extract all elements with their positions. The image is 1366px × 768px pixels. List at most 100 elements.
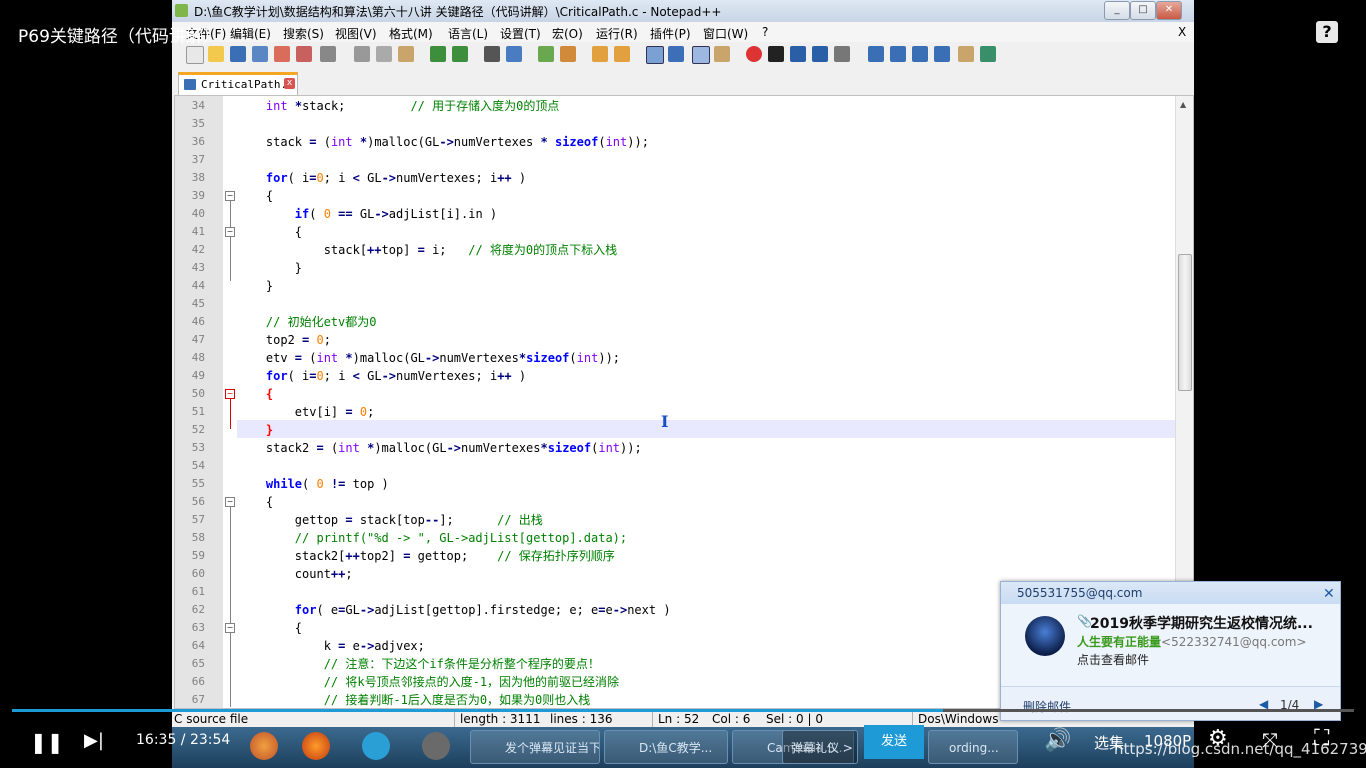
scrollbar-thumb[interactable] [1178,254,1192,391]
fold-toggle-icon[interactable]: − [225,623,235,633]
replace-icon[interactable] [506,46,522,62]
line-number: 39 [191,189,205,202]
paste-icon[interactable] [398,46,414,62]
scroll-up-icon[interactable]: ▲ [1180,100,1186,109]
code-line: // 接着判断-1后入度是否为0，如果为0则也入栈 [323,693,591,707]
danmaku-icon[interactable] [362,732,390,760]
find-icon[interactable] [484,46,500,62]
taskbar-app-icon[interactable] [250,732,278,760]
fold-toggle-icon[interactable]: − [225,497,235,507]
video-progress-bar[interactable] [12,709,1354,712]
mail-notification[interactable]: 505531755@qq.com ✕ 📎 2019秋季学期研究生返校情况统...… [1000,581,1341,721]
menu-plugins[interactable]: 插件(P) [650,25,691,42]
code-line: etv[i] = 0; [237,405,375,419]
code-line: top2 = 0; [237,333,331,347]
fold-toggle-icon[interactable]: − [225,227,235,237]
line-number: 60 [191,567,205,580]
code-line: int *stack; // 用于存储入度为0的顶点 [265,99,560,113]
minimize-button[interactable]: _ [1104,1,1130,20]
firefox-icon[interactable] [302,732,330,760]
spell-check-icon[interactable] [980,46,996,62]
toolbar-arrow-2-icon[interactable] [934,46,950,62]
cut-icon[interactable] [354,46,370,62]
mail-subject[interactable]: 2019秋季学期研究生返校情况统... [1090,613,1313,633]
copy-icon[interactable] [376,46,392,62]
user-defined-lang-icon[interactable] [714,46,730,62]
menu-window[interactable]: 窗口(W) [703,25,748,42]
close-window-button[interactable]: ✕ [1156,1,1182,20]
delete-mail-link[interactable]: 删除邮件 [1023,698,1071,715]
menu-macro[interactable]: 宏(O) [552,25,583,42]
menu-search[interactable]: 搜索(S) [283,25,324,42]
word-wrap-icon[interactable] [646,46,664,64]
code-line: stack2[++top2] = gettop; // 保存拓扑序列顺序 [237,549,615,563]
save-macro-icon[interactable] [834,46,850,62]
taskbar-tool-icon[interactable] [422,732,450,760]
play-macro-icon[interactable] [790,46,806,62]
toolbar-up-icon[interactable] [890,46,906,62]
toolbar-arrow-1-icon[interactable] [868,46,884,62]
menu-settings[interactable]: 设置(T) [500,25,541,42]
taskbar-item-danmaku[interactable]: 发个弹幕见证当下 [470,730,600,764]
zoom-out-icon[interactable] [560,46,576,62]
pause-icon[interactable]: ❚❚ [30,730,64,754]
send-button[interactable]: 发送 [864,725,924,759]
code-line: { [237,495,274,509]
menu-language[interactable]: 语言(L) [448,25,488,42]
close-document-x[interactable]: X [1178,25,1186,39]
open-file-icon[interactable] [208,46,224,62]
menu-bar: 文件(F) 编辑(E) 搜索(S) 视图(V) 格式(M) 语言(L) 设置(T… [172,22,1194,42]
mail-sender: 人生要有正能量<522332741@qq.com> [1077,633,1307,650]
close-tab-icon[interactable]: x [284,78,295,89]
sync-horizontal-icon[interactable] [614,46,630,62]
save-icon[interactable] [230,46,246,62]
code-line: etv = (int *)malloc(GL->numVertexes*size… [237,351,621,365]
redo-icon[interactable] [452,46,468,62]
line-number: 62 [191,603,205,616]
save-all-icon[interactable] [252,46,268,62]
run-macro-multiple-icon[interactable] [812,46,828,62]
menu-help[interactable]: ? [762,25,768,39]
code-line: for( i=0; i < GL->numVertexes; i++ ) [265,369,527,383]
line-number: 40 [191,207,205,220]
close-all-icon[interactable] [296,46,312,62]
menu-view[interactable]: 视图(V) [335,25,377,42]
notification-account: 505531755@qq.com [1017,586,1143,600]
next-icon[interactable]: ▶| [84,730,104,751]
view-mail-link[interactable]: 点击查看邮件 [1077,651,1149,668]
taskbar-item-notepad[interactable]: D:\鱼C教学... [604,730,728,764]
tab-criticalpath[interactable]: CriticalPath.c x [178,72,298,95]
notepad-app-icon [175,4,188,17]
sync-vertical-icon[interactable] [592,46,608,62]
stop-macro-icon[interactable] [768,46,784,62]
code-line: while( 0 != top ) [265,477,389,491]
line-number: 59 [191,549,205,562]
indent-guide-icon[interactable] [692,46,710,64]
windows-taskbar: 发个弹幕见证当下 D:\鱼C教学... Camtasia S... 弹幕礼仪 >… [172,727,1194,768]
menu-run[interactable]: 运行(R) [596,25,638,42]
fold-toggle-icon[interactable]: − [225,389,235,399]
close-file-icon[interactable] [274,46,290,62]
toolbar-misc-icon[interactable] [958,46,974,62]
danmaku-etiquette-link[interactable]: 弹幕礼仪 > [782,730,858,764]
undo-icon[interactable] [430,46,446,62]
show-all-chars-icon[interactable] [668,46,684,62]
new-file-icon[interactable] [186,46,204,64]
code-line: { [265,387,274,401]
line-number: 67 [191,693,205,706]
menu-format[interactable]: 格式(M) [389,25,433,42]
zoom-in-icon[interactable] [538,46,554,62]
print-icon[interactable] [320,46,336,62]
avatar [1025,616,1065,656]
maximize-button[interactable]: □ [1130,1,1156,20]
title-bar: D:\鱼C教学计划\数据结构和算法\第六十八讲 关键路径（代码讲解）\Criti… [172,0,1194,22]
toolbar-down-icon[interactable] [912,46,928,62]
fold-toggle-icon[interactable]: − [225,191,235,201]
record-macro-icon[interactable] [746,46,762,62]
volume-icon[interactable]: 🔊 [1044,728,1071,753]
close-notification-icon[interactable]: ✕ [1323,586,1335,602]
help-icon[interactable]: ? [1316,21,1338,43]
taskbar-item-recording[interactable]: ording... [928,730,1018,764]
menu-edit[interactable]: 编辑(E) [230,25,271,42]
code-line: count++; [237,567,353,581]
